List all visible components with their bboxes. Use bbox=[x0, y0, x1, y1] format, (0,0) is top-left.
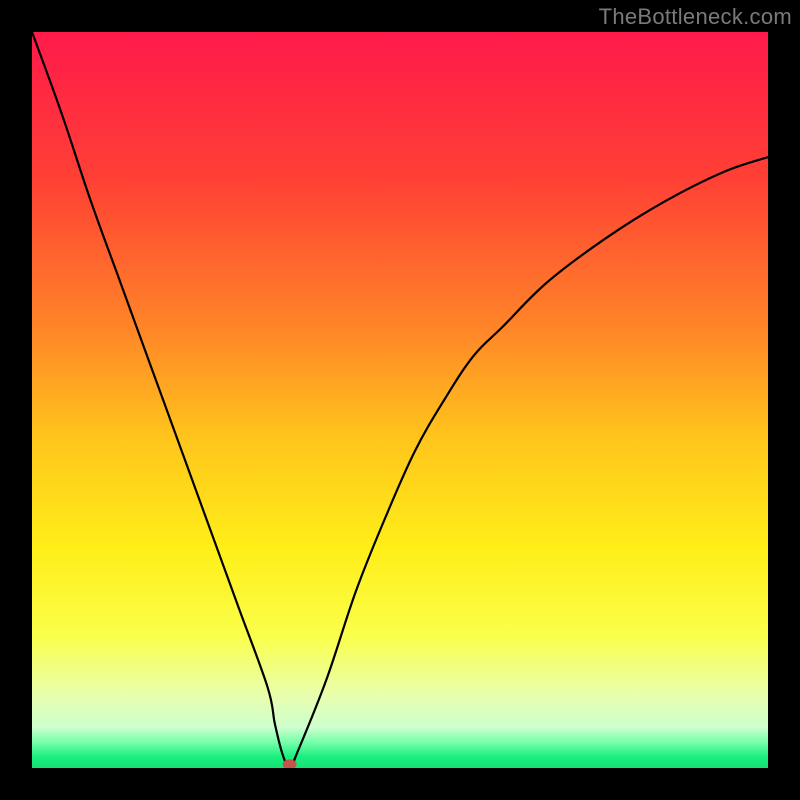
chart-frame bbox=[32, 32, 768, 768]
credit-text: TheBottleneck.com bbox=[599, 4, 792, 30]
gradient-background bbox=[32, 32, 768, 768]
chart-canvas bbox=[32, 32, 768, 768]
